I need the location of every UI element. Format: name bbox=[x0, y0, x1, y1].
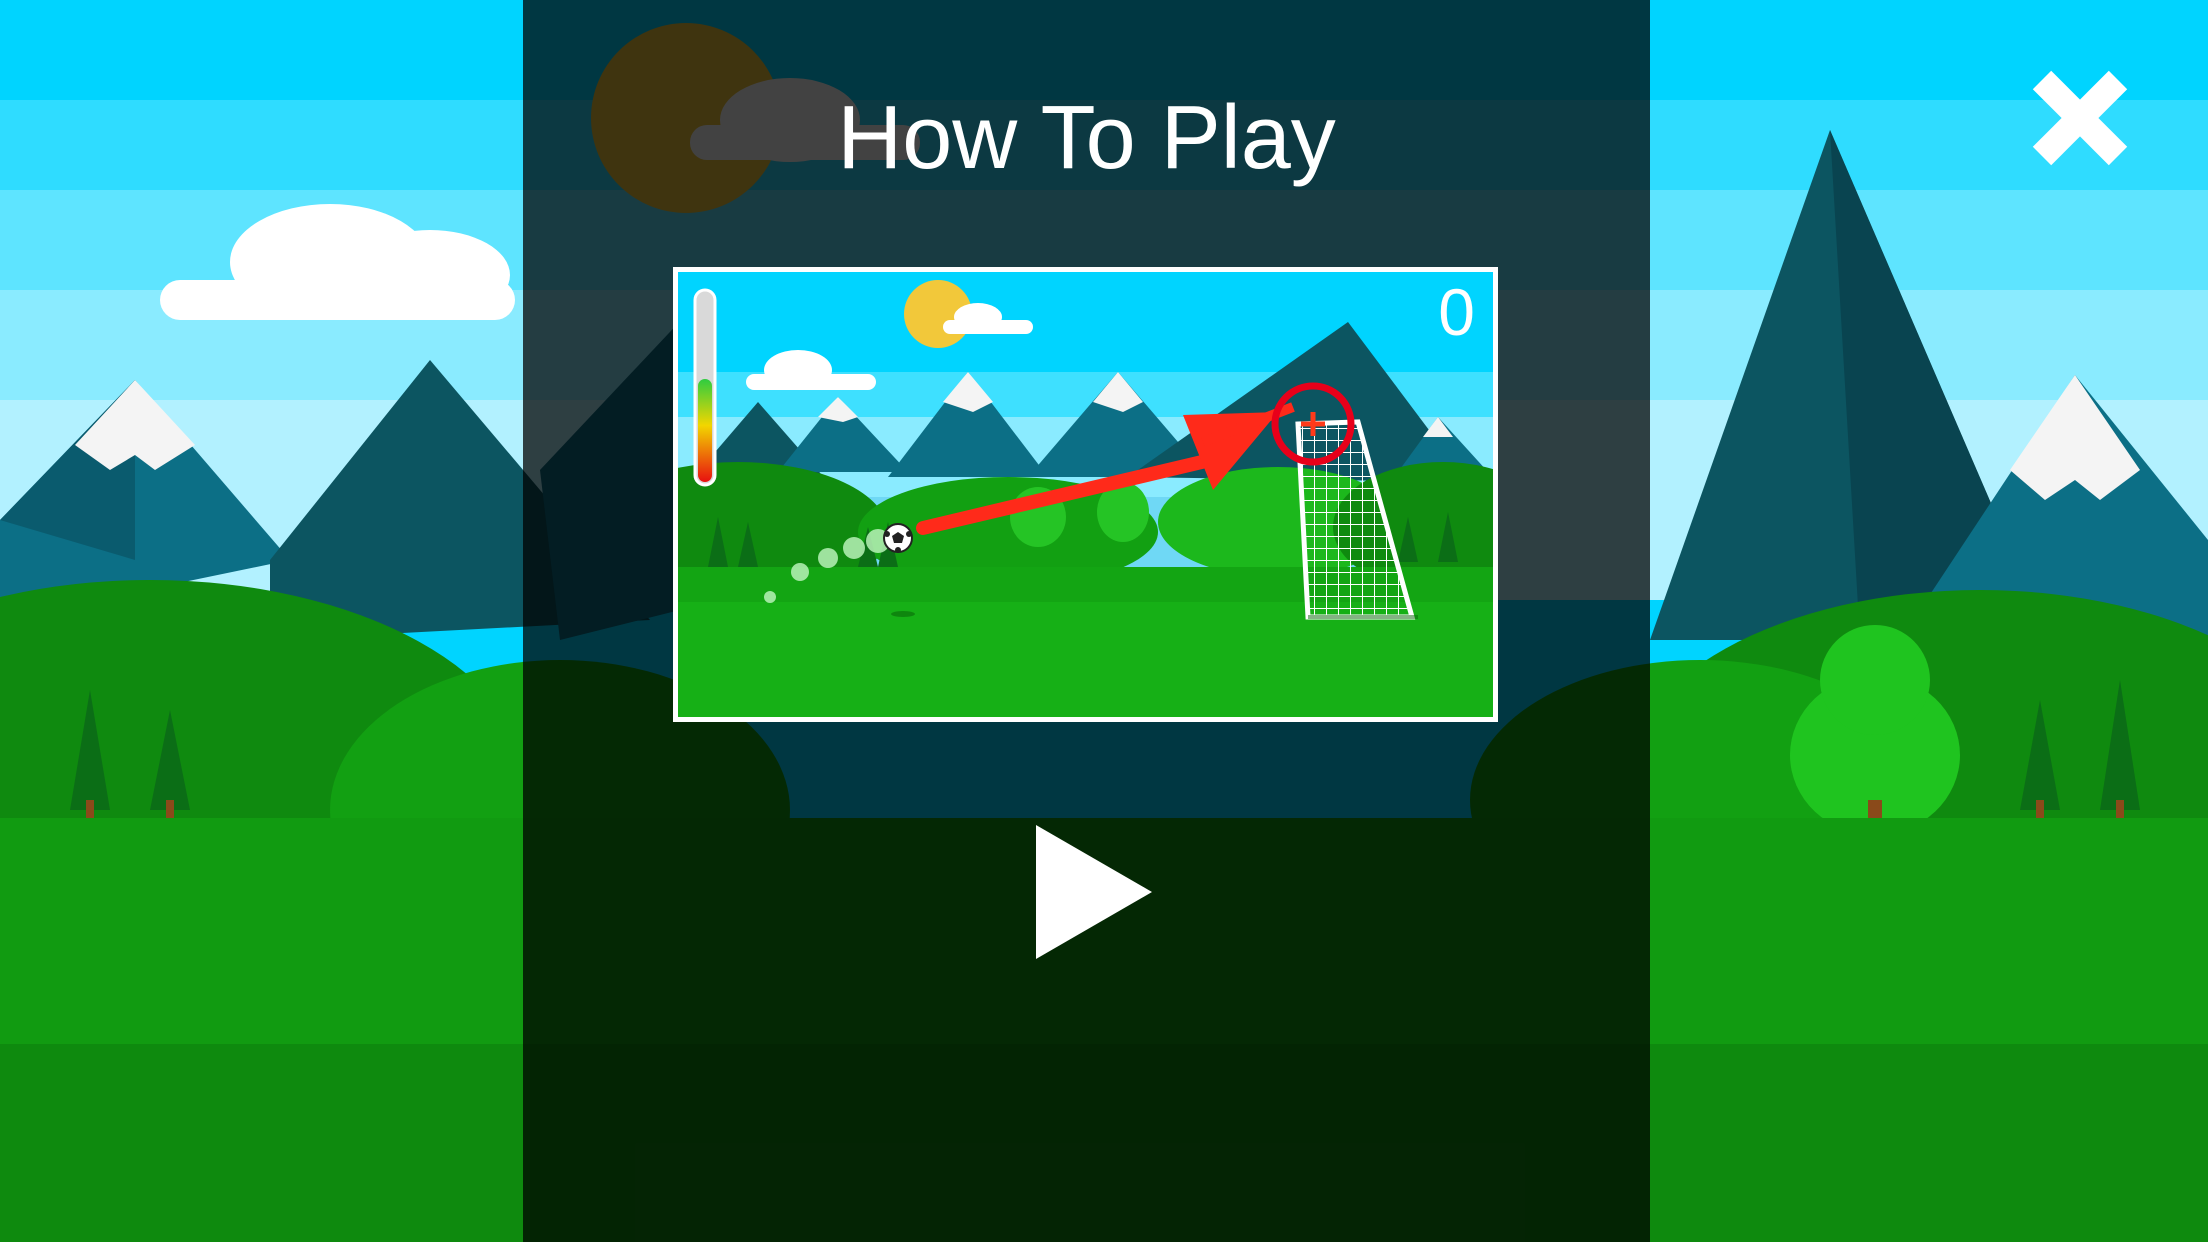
play-button[interactable] bbox=[1020, 815, 1170, 965]
close-icon bbox=[2032, 70, 2128, 166]
tutorial-score: 0 bbox=[1438, 275, 1475, 349]
tutorial-image: 0 bbox=[673, 267, 1498, 722]
play-icon bbox=[1036, 825, 1152, 959]
page-title: How To Play bbox=[837, 88, 1336, 188]
close-button[interactable] bbox=[2020, 58, 2140, 178]
soccer-ball-icon bbox=[883, 523, 913, 553]
power-meter bbox=[693, 288, 717, 487]
